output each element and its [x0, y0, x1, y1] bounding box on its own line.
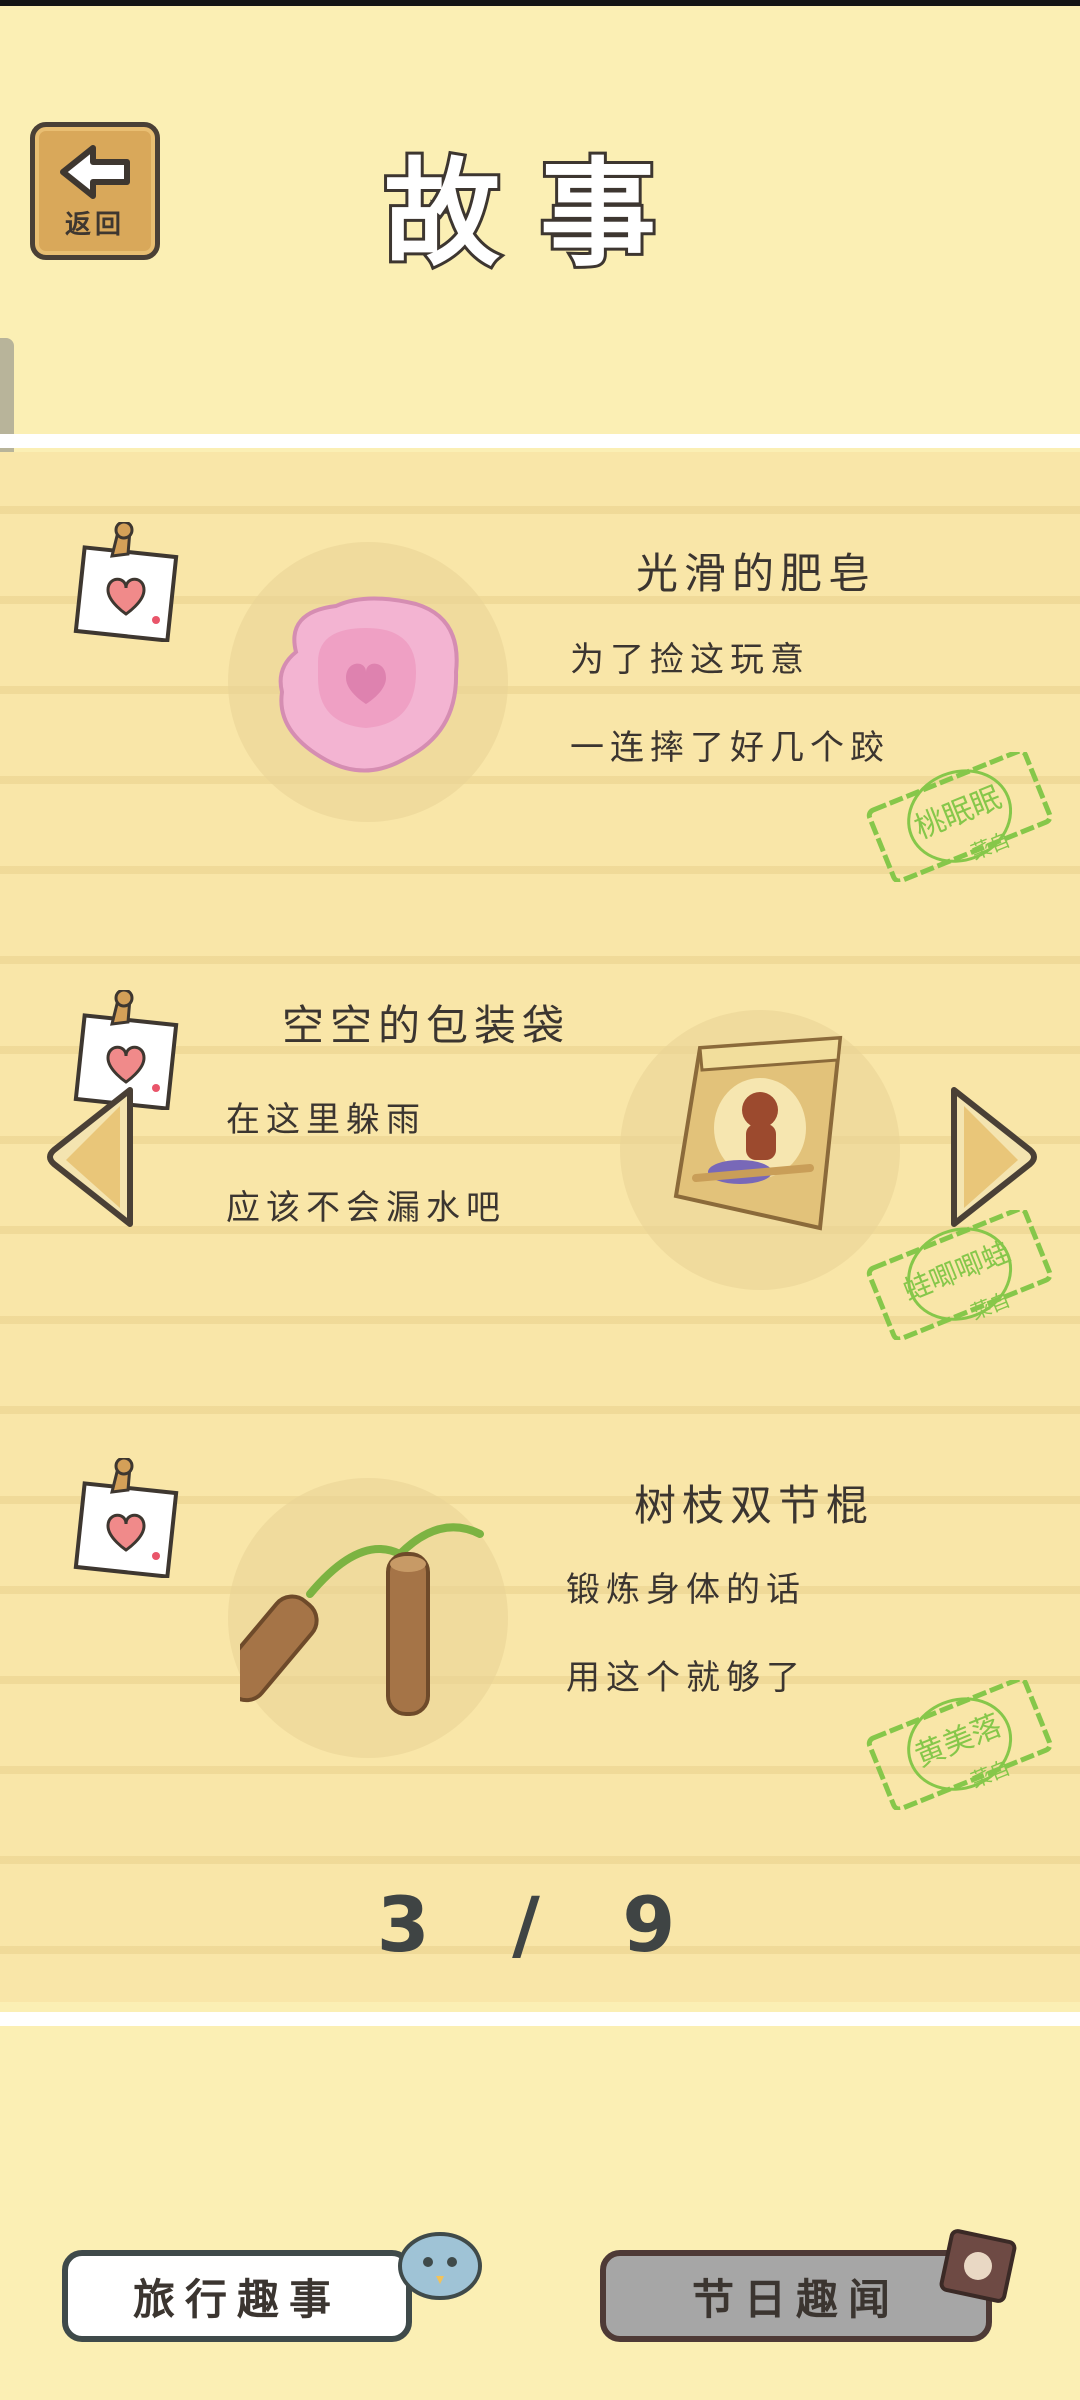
- story-line: 在这里躲雨: [226, 1100, 426, 1140]
- story-title: 空空的包装袋: [282, 1001, 571, 1050]
- pushpin-heart-icon: [73, 522, 179, 642]
- pushpin-heart-icon: [73, 1458, 179, 1578]
- story-row[interactable]: 光滑的肥皂 为了捡这玩意 一连摔了好几个跤 桃眠眠 菜自: [0, 482, 1080, 902]
- soap-item-image[interactable]: [266, 582, 466, 782]
- page-indicator: 3 / 9: [376, 1880, 704, 1969]
- story-title: 光滑的肥皂: [636, 549, 877, 598]
- back-arrow-icon: [60, 144, 130, 199]
- nunchaku-item-image[interactable]: [240, 1494, 500, 1724]
- back-button[interactable]: 返回: [30, 122, 160, 260]
- right-arrow-icon[interactable]: [944, 1082, 1044, 1232]
- story-line: 一连摔了好几个跤: [570, 728, 890, 768]
- tab-festival-stories[interactable]: 节日趣闻: [600, 2250, 992, 2342]
- bottom-divider: [0, 2012, 1080, 2026]
- bottom-area: [0, 2030, 1080, 2400]
- stamp-badge: 黄美落 菜自: [860, 1676, 1060, 1812]
- tab-travel-stories[interactable]: 旅行趣事: [62, 2250, 412, 2342]
- left-arrow-icon[interactable]: [40, 1082, 140, 1232]
- story-line: 应该不会漏水吧: [226, 1188, 506, 1228]
- story-line: 为了捡这玩意: [570, 640, 810, 680]
- bird-badge-icon: [398, 2232, 482, 2300]
- top-divider: [0, 434, 1080, 448]
- stamp-badge: 桃眠眠 菜自: [860, 748, 1060, 884]
- tab-travel-label: 旅行趣事: [132, 2274, 341, 2324]
- story-panel: 光滑的肥皂 为了捡这玩意 一连摔了好几个跤 桃眠眠 菜自 空空的包装袋 在这里躲…: [0, 452, 1080, 2002]
- page-title: 故事: [381, 144, 696, 285]
- story-row[interactable]: 空空的包装袋 在这里躲雨 应该不会漏水吧 蛙唧唧蛙 菜自: [0, 950, 1080, 1370]
- festival-card-icon: [939, 2229, 1017, 2303]
- bag-item-image[interactable]: [660, 1018, 860, 1248]
- story-line: 锻炼身体的话: [566, 1570, 806, 1610]
- back-button-label: 返回: [64, 209, 125, 240]
- story-row[interactable]: 树枝双节棍 锻炼身体的话 用这个就够了 黄美落 菜自: [0, 1418, 1080, 1838]
- tab-festival-label: 节日趣闻: [691, 2274, 900, 2324]
- story-title: 树枝双节棍: [634, 1481, 875, 1530]
- status-bar: [0, 0, 1080, 6]
- story-line: 用这个就够了: [566, 1658, 806, 1698]
